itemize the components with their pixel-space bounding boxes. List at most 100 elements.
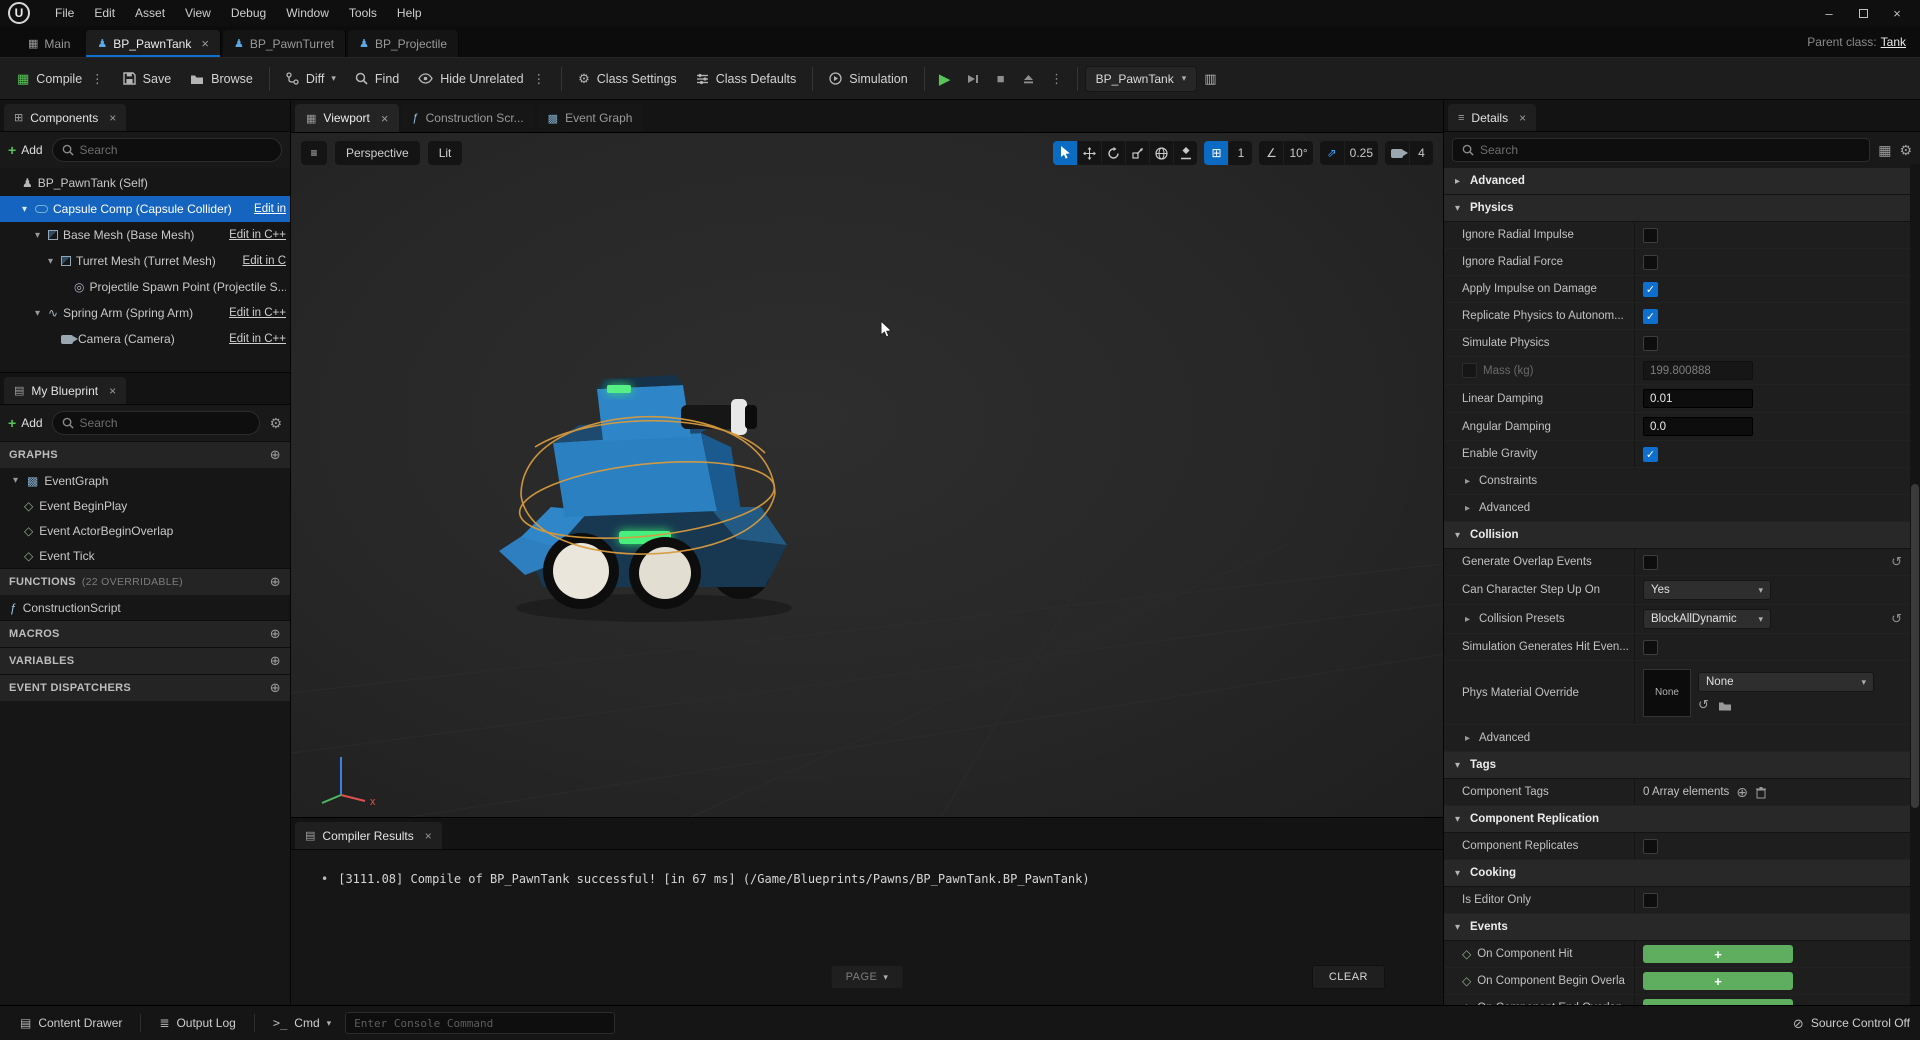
- maximize-button[interactable]: [1848, 2, 1878, 24]
- browse-button[interactable]: Browse: [181, 65, 262, 93]
- output-log-button[interactable]: ≣ Output Log: [149, 1011, 245, 1035]
- close-tab-icon[interactable]: ×: [201, 36, 209, 51]
- move-tool-button[interactable]: [1077, 141, 1101, 165]
- find-button[interactable]: Find: [346, 65, 408, 93]
- component-row-capsule-comp-capsule-collider[interactable]: ▾ Capsule Comp (Capsule Collider) Edit in: [0, 196, 290, 222]
- edit-condition-checkbox[interactable]: [1462, 363, 1477, 378]
- clear-button[interactable]: CLEAR: [1311, 965, 1385, 989]
- compile-button[interactable]: ▦ Compile ⋮: [8, 64, 113, 93]
- section-header-functions[interactable]: FUNCTIONS (22 OVERRIDABLE) ⊕: [0, 568, 290, 595]
- category-component-replication[interactable]: ▾ Component Replication: [1444, 806, 1910, 833]
- tab-construction-script[interactable]: ƒ Construction Scr...: [401, 104, 535, 132]
- edit-in-cpp-link[interactable]: Edit in: [254, 203, 286, 215]
- section-header-variables[interactable]: VARIABLES ⊕: [0, 647, 290, 674]
- parent-class-link[interactable]: Tank: [1881, 35, 1906, 49]
- edit-in-cpp-link[interactable]: Edit in C: [243, 255, 286, 267]
- expander-icon[interactable]: ▾: [10, 475, 21, 486]
- add-graphs-icon[interactable]: ⊕: [270, 447, 281, 463]
- caret-icon[interactable]: ▸: [1462, 614, 1473, 625]
- category-events[interactable]: ▾ Events: [1444, 914, 1910, 941]
- source-control-button[interactable]: ⊘ Source Control Off: [1793, 1016, 1910, 1030]
- grid-snap-icon[interactable]: ⊞: [1204, 141, 1229, 165]
- checkbox[interactable]: [1643, 254, 1658, 270]
- checkbox[interactable]: [1643, 227, 1658, 243]
- section-header-graphs[interactable]: GRAPHS ⊕: [0, 441, 290, 468]
- camera-speed-value[interactable]: 4: [1409, 141, 1433, 165]
- tab-bp-pawntank[interactable]: ♟ BP_PawnTank ×: [86, 30, 221, 57]
- tab-bp-projectile[interactable]: ♟ BP_Projectile: [348, 30, 459, 57]
- category-collision[interactable]: ▾ Collision: [1444, 522, 1910, 549]
- caret-icon[interactable]: ▸: [1462, 476, 1473, 487]
- diff-button[interactable]: Diff ▾: [277, 65, 345, 93]
- select-tool-button[interactable]: [1053, 141, 1078, 165]
- debug-object-dropdown[interactable]: BP_PawnTank ▾: [1084, 65, 1198, 92]
- menu-asset[interactable]: Asset: [126, 2, 174, 24]
- menu-file[interactable]: File: [46, 2, 83, 24]
- checkbox[interactable]: [1643, 838, 1658, 854]
- add-functions-icon[interactable]: ⊕: [270, 574, 281, 590]
- expander-icon[interactable]: ▾: [32, 308, 43, 319]
- angle-snap-icon[interactable]: ∠: [1259, 141, 1283, 165]
- save-button[interactable]: Save: [114, 65, 181, 93]
- checkbox[interactable]: [1643, 892, 1658, 908]
- details-settings-icon[interactable]: ⚙: [1899, 142, 1912, 159]
- tab-bp-pawnturret[interactable]: ♟ BP_PawnTurret: [222, 30, 347, 57]
- close-tab-icon[interactable]: ×: [381, 111, 389, 126]
- component-row-base-mesh-base-mesh[interactable]: ▾ Base Mesh (Base Mesh) Edit in C++: [0, 222, 290, 248]
- console-command-input[interactable]: [345, 1012, 616, 1034]
- my-blueprint-search-input[interactable]: [79, 416, 251, 430]
- reset-to-default-icon[interactable]: ↺: [1891, 611, 1902, 627]
- item-event-beginplay[interactable]: ◇ Event BeginPlay: [0, 493, 290, 518]
- caret-icon[interactable]: ▸: [1462, 503, 1473, 514]
- section-header-event-dispatchers[interactable]: EVENT DISPATCHERS ⊕: [0, 674, 290, 701]
- add-variables-icon[interactable]: ⊕: [270, 653, 281, 669]
- checkbox[interactable]: [1643, 639, 1658, 655]
- tab-main[interactable]: ▦ Main: [14, 30, 84, 57]
- blueprint-settings-icon[interactable]: ⚙: [269, 415, 282, 432]
- hide-unrelated-button[interactable]: Hide Unrelated ⋮: [409, 64, 554, 93]
- display-filter-icon[interactable]: ▦: [1878, 142, 1891, 159]
- my-blueprint-tab[interactable]: ▤ My Blueprint ×: [4, 377, 127, 404]
- hide-unrelated-options-icon[interactable]: ⋮: [533, 71, 546, 86]
- components-search-input[interactable]: [79, 143, 272, 157]
- category-tags[interactable]: ▾ Tags: [1444, 752, 1910, 779]
- class-defaults-button[interactable]: Class Defaults: [687, 65, 806, 93]
- details-search-input[interactable]: [1480, 143, 1861, 157]
- stop-button[interactable]: ■: [988, 66, 1014, 92]
- class-settings-button[interactable]: ⚙ Class Settings: [569, 65, 686, 93]
- surface-snap-button[interactable]: [1173, 141, 1197, 165]
- page-button[interactable]: PAGE ▾: [830, 965, 904, 989]
- category-cooking[interactable]: ▾ Cooking: [1444, 860, 1910, 887]
- checkbox[interactable]: [1643, 446, 1658, 462]
- play-button[interactable]: ▶: [932, 66, 958, 92]
- tab-viewport[interactable]: ▦ Viewport ×: [295, 104, 400, 132]
- minimize-button[interactable]: –: [1814, 2, 1844, 24]
- add-macros-icon[interactable]: ⊕: [270, 626, 281, 642]
- play-options-icon[interactable]: ⋮: [1044, 66, 1070, 92]
- menu-help[interactable]: Help: [388, 2, 431, 24]
- caret-icon[interactable]: ▸: [1462, 733, 1473, 744]
- expander-icon[interactable]: ▾: [32, 230, 43, 241]
- checkbox[interactable]: [1643, 308, 1658, 324]
- scale-tool-button[interactable]: [1125, 141, 1149, 165]
- value-dropdown[interactable]: Yes ▾: [1643, 580, 1771, 600]
- asset-dropdown[interactable]: None ▾: [1698, 672, 1874, 692]
- add-event-button[interactable]: +: [1643, 999, 1793, 1005]
- asset-thumbnail[interactable]: None: [1643, 668, 1691, 717]
- menu-debug[interactable]: Debug: [222, 2, 275, 24]
- coordinate-space-button[interactable]: [1149, 141, 1173, 165]
- reset-to-default-icon[interactable]: ↺: [1891, 554, 1902, 570]
- menu-tools[interactable]: Tools: [340, 2, 386, 24]
- cmd-dropdown[interactable]: >_ Cmd ▾: [263, 1011, 341, 1035]
- checkbox[interactable]: [1643, 281, 1658, 297]
- menu-edit[interactable]: Edit: [85, 2, 124, 24]
- category-advanced[interactable]: ▸ Advanced: [1444, 168, 1910, 195]
- menu-view[interactable]: View: [176, 2, 220, 24]
- browse-to-asset-icon[interactable]: [1718, 700, 1732, 711]
- close-panel-icon[interactable]: ×: [1519, 111, 1526, 125]
- edit-in-cpp-link[interactable]: Edit in C++: [229, 307, 286, 319]
- component-row-spring-arm-spring-arm[interactable]: ▾ ∿ Spring Arm (Spring Arm) Edit in C++: [0, 300, 290, 326]
- item-event-actorbeginoverlap[interactable]: ◇ Event ActorBeginOverlap: [0, 518, 290, 543]
- value-dropdown[interactable]: BlockAllDynamic ▾: [1643, 609, 1771, 629]
- view-mode-button[interactable]: Lit: [427, 141, 463, 165]
